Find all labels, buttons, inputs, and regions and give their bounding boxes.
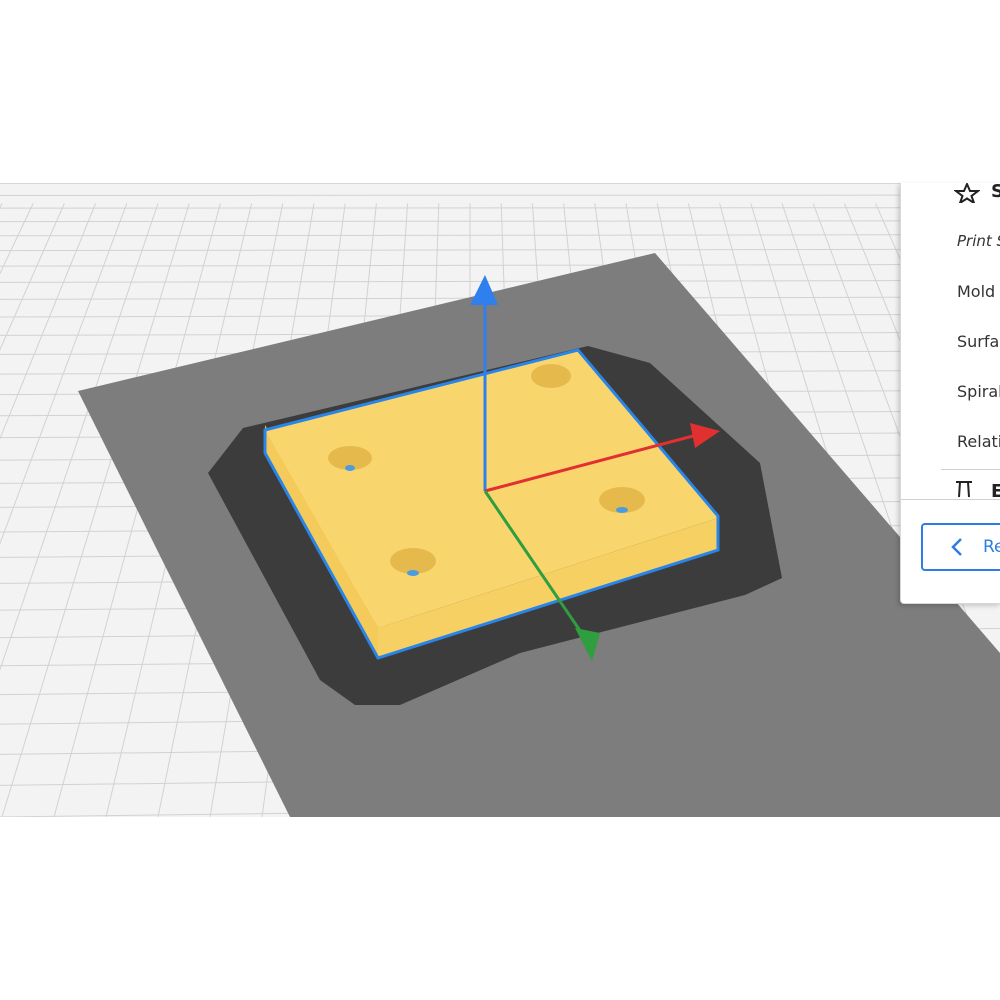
setting-row-spiral[interactable]: Spiral bbox=[957, 382, 1000, 401]
scene-canvas[interactable] bbox=[0, 183, 1000, 817]
recommended-button-label: Re bbox=[983, 537, 1000, 557]
mounting-hole bbox=[599, 487, 645, 513]
divider bbox=[941, 469, 1000, 470]
print-settings-panel: S Print S Mold Surfa Spiral Relati E Re bbox=[900, 183, 1000, 604]
grid-line bbox=[0, 279, 1000, 283]
grid-line bbox=[0, 203, 3, 209]
grid-line bbox=[0, 203, 97, 440]
grid-line bbox=[0, 203, 65, 351]
setting-row-mold[interactable]: Mold bbox=[957, 282, 995, 301]
chevron-left-icon bbox=[951, 538, 962, 556]
grid-line bbox=[0, 234, 1000, 237]
grid-line bbox=[0, 220, 1000, 223]
star-icon bbox=[954, 183, 980, 203]
print-setting-label: Print S bbox=[957, 232, 1000, 250]
grid-line bbox=[0, 248, 1000, 252]
panel-title: S bbox=[991, 183, 1000, 202]
grid-line bbox=[0, 263, 1000, 267]
setting-row-relative[interactable]: Relati bbox=[957, 432, 1000, 451]
grid-line bbox=[0, 203, 34, 275]
recommended-button[interactable]: Re bbox=[921, 523, 1000, 571]
mounting-hole bbox=[531, 364, 571, 388]
grid-line bbox=[0, 203, 128, 545]
pi-icon bbox=[956, 481, 972, 498]
setting-row-surface[interactable]: Surfa bbox=[957, 332, 999, 351]
grid-line bbox=[0, 207, 1000, 209]
panel-footer-divider bbox=[901, 499, 1000, 500]
3d-viewport[interactable] bbox=[0, 183, 1000, 817]
